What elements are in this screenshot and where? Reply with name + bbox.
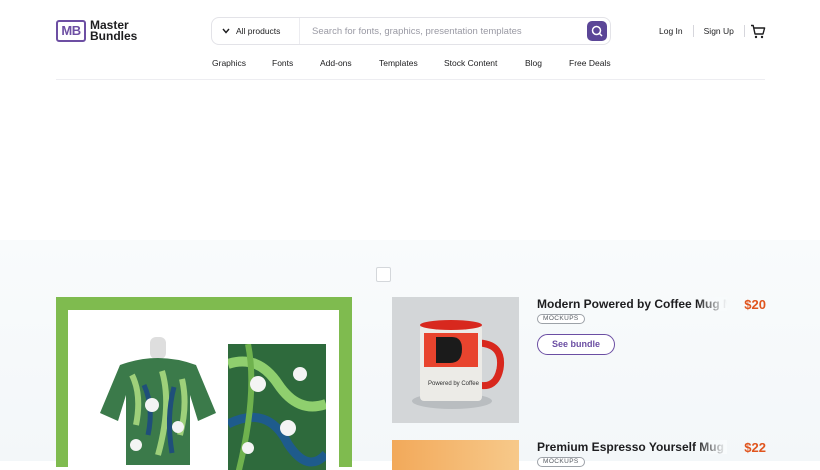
site-header: MB Master Bundles All products Log In Si…	[0, 0, 820, 80]
featured-product-image[interactable]	[56, 297, 352, 470]
nav-item-fonts[interactable]: Fonts	[272, 58, 293, 68]
divider	[692, 25, 694, 37]
carousel-checkbox[interactable]	[376, 267, 391, 282]
tropical-pattern	[228, 344, 326, 470]
signup-link[interactable]: Sign Up	[704, 26, 734, 36]
logo[interactable]: MB Master Bundles	[56, 19, 138, 43]
logo-line-2: Bundles	[90, 29, 138, 43]
category-tag[interactable]: MOCKUPS	[537, 457, 585, 467]
category-label: All products	[236, 26, 281, 36]
nav-item-addons[interactable]: Add-ons	[320, 58, 352, 68]
pattern-swatch	[228, 344, 326, 470]
logo-wordmark: Master Bundles	[90, 19, 138, 43]
see-bundle-button[interactable]: See bundle	[537, 334, 615, 355]
product-title[interactable]: Premium Espresso Yourself Mug Mockups	[537, 440, 727, 454]
product-thumbnail[interactable]: Powered by Coffee	[392, 297, 519, 423]
nav-item-blog[interactable]: Blog	[525, 58, 542, 68]
chevron-down-icon	[222, 28, 230, 34]
nav-item-free-deals[interactable]: Free Deals	[569, 58, 611, 68]
product-thumbnail[interactable]	[392, 440, 519, 470]
auth-links: Log In Sign Up	[659, 25, 755, 37]
category-tag[interactable]: MOCKUPS	[537, 314, 585, 324]
featured-image-frame	[68, 310, 339, 470]
search-button[interactable]	[587, 21, 607, 41]
search-icon	[591, 25, 603, 37]
nav-item-stock-content[interactable]: Stock Content	[444, 58, 497, 68]
search-bar: All products	[211, 17, 611, 45]
search-input[interactable]	[300, 25, 587, 37]
product-title[interactable]: Modern Powered by Coffee Mug Mockups	[537, 297, 727, 311]
nav-item-graphics[interactable]: Graphics	[212, 58, 246, 68]
mug-image: Powered by Coffee	[392, 297, 519, 423]
cart-icon	[751, 24, 766, 39]
product-price: $20	[744, 297, 766, 312]
cart-button[interactable]	[750, 24, 766, 44]
logo-mark: MB	[56, 20, 86, 42]
category-dropdown[interactable]: All products	[212, 18, 300, 44]
header-divider	[56, 79, 765, 80]
nav-item-templates[interactable]: Templates	[379, 58, 418, 68]
login-link[interactable]: Log In	[659, 26, 683, 36]
product-price: $22	[744, 440, 766, 455]
divider	[743, 25, 745, 37]
tshirt-mockup	[100, 337, 216, 465]
mug-text: Powered by Coffee	[428, 381, 480, 387]
